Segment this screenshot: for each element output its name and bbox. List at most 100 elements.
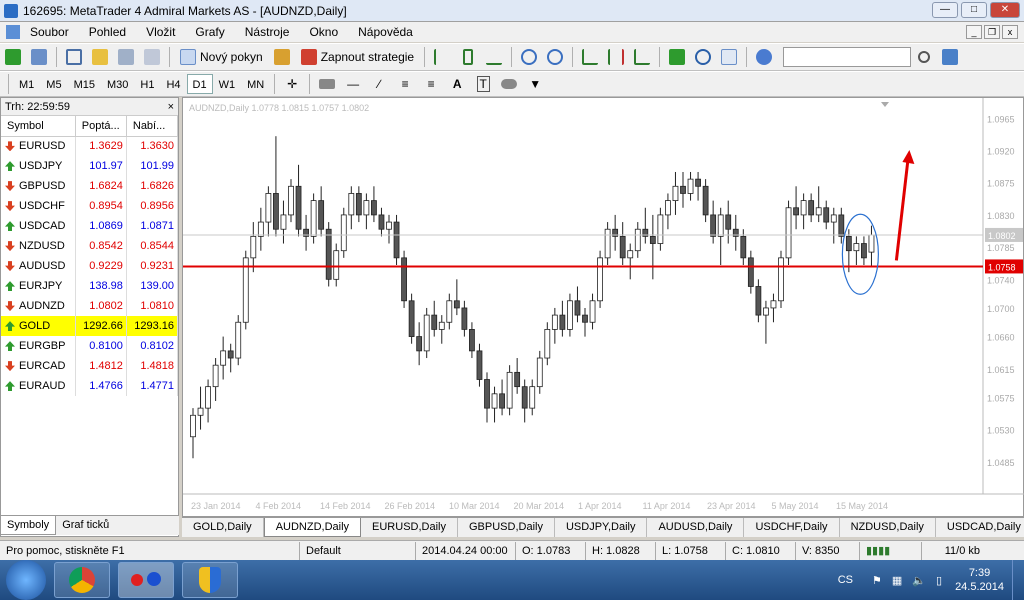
menu-tools[interactable]: Nástroje bbox=[235, 25, 300, 39]
periods-button[interactable] bbox=[692, 46, 714, 68]
menu-view[interactable]: Pohled bbox=[79, 25, 136, 39]
chart-tab[interactable]: AUDUSD,Daily bbox=[647, 518, 745, 537]
timeframe-m5[interactable]: M5 bbox=[40, 74, 67, 94]
column-ask[interactable]: Nabí... bbox=[126, 116, 179, 137]
trendline-tool[interactable]: ∕ bbox=[368, 73, 390, 95]
chart-tab[interactable]: USDCAD,Daily bbox=[936, 518, 1024, 537]
menu-file[interactable]: Soubor bbox=[20, 25, 79, 39]
ellipse-tool[interactable] bbox=[498, 73, 520, 95]
market-watch-row[interactable]: EURUSD 1.3629 1.3630 bbox=[1, 136, 179, 156]
taskbar-shield[interactable] bbox=[182, 562, 238, 598]
mdi-restore-button[interactable]: ❐ bbox=[984, 25, 1000, 39]
market-watch-row[interactable]: EURCAD 1.4812 1.4818 bbox=[1, 356, 179, 376]
search-input[interactable] bbox=[783, 47, 912, 67]
zoom-out-button[interactable] bbox=[544, 46, 566, 68]
market-watch-button[interactable] bbox=[63, 46, 85, 68]
options-button[interactable] bbox=[753, 46, 775, 68]
text-tool[interactable]: A bbox=[446, 73, 468, 95]
menu-charts[interactable]: Grafy bbox=[185, 25, 234, 39]
market-watch-row[interactable]: EURAUD 1.4766 1.4771 bbox=[1, 376, 179, 396]
tab-symbols[interactable]: Symboly bbox=[0, 516, 57, 535]
market-watch-row[interactable]: EURJPY 138.98 139.00 bbox=[1, 276, 179, 296]
taskbar-metatrader[interactable] bbox=[118, 562, 174, 598]
label-tool[interactable]: T bbox=[472, 73, 494, 95]
market-watch-row[interactable]: GBPUSD 1.6824 1.6826 bbox=[1, 176, 179, 196]
autoscroll-button[interactable] bbox=[579, 46, 601, 68]
price-chart[interactable]: 1.0965 1.0920 1.0875 1.0830 1.0785 1.0740 1.07… bbox=[182, 97, 1024, 517]
bar-chart-button[interactable] bbox=[431, 46, 453, 68]
tab-tick-chart[interactable]: Graf ticků bbox=[56, 516, 115, 535]
navigator-button[interactable] bbox=[89, 46, 111, 68]
chart-tab[interactable]: USDJPY,Daily bbox=[555, 518, 648, 537]
timeframe-h4[interactable]: H4 bbox=[160, 74, 186, 94]
line-chart-button[interactable] bbox=[483, 46, 505, 68]
candlestick-chart[interactable]: 1.0965 1.0920 1.0875 1.0830 1.0785 1.0740 1.07… bbox=[183, 98, 1024, 518]
channel-tool[interactable]: ≡ bbox=[394, 73, 416, 95]
column-symbol[interactable]: Symbol bbox=[1, 116, 76, 137]
clock[interactable]: 7:39 24.5.2014 bbox=[947, 566, 1012, 594]
flag-icon[interactable]: ⚑ bbox=[867, 574, 887, 587]
chart-tab[interactable]: EURUSD,Daily bbox=[361, 518, 458, 537]
column-bid[interactable]: Poptá... bbox=[75, 116, 127, 137]
timeframe-w1[interactable]: W1 bbox=[213, 74, 242, 94]
network-icon[interactable]: ▦ bbox=[887, 574, 907, 587]
fibonacci-tool[interactable]: ≡ bbox=[420, 73, 442, 95]
timeframe-m30[interactable]: M30 bbox=[101, 74, 134, 94]
add-indicator-button[interactable] bbox=[666, 46, 688, 68]
chart-tab[interactable]: AUDNZD,Daily bbox=[263, 518, 362, 537]
minimize-button[interactable]: — bbox=[932, 2, 958, 18]
auto-trading-button[interactable]: Zapnout strategie bbox=[297, 46, 418, 68]
terminal-button[interactable] bbox=[115, 46, 137, 68]
timeframe-m1[interactable]: M1 bbox=[13, 74, 40, 94]
market-watch-row[interactable]: AUDUSD 0.9229 0.9231 bbox=[1, 256, 179, 276]
close-button[interactable]: ✕ bbox=[990, 2, 1020, 18]
mdi-close-button[interactable]: x bbox=[1002, 25, 1018, 39]
tester-button[interactable] bbox=[141, 46, 163, 68]
market-watch-row[interactable]: GOLD 1292.66 1293.16 bbox=[1, 316, 179, 336]
chart-tab[interactable]: GBPUSD,Daily bbox=[458, 518, 555, 537]
candlestick-button[interactable] bbox=[457, 46, 479, 68]
ellipse-annotation[interactable] bbox=[841, 213, 879, 295]
language-indicator[interactable]: CS bbox=[824, 574, 867, 586]
chat-button[interactable] bbox=[939, 46, 961, 68]
profiles-button[interactable] bbox=[28, 46, 50, 68]
rectangle-tool[interactable] bbox=[316, 73, 338, 95]
show-desktop-button[interactable] bbox=[1012, 560, 1024, 600]
market-watch-row[interactable]: AUDNZD 1.0802 1.0810 bbox=[1, 296, 179, 316]
timeframe-mn[interactable]: MN bbox=[241, 74, 270, 94]
menu-help[interactable]: Nápověda bbox=[348, 25, 423, 39]
search-button[interactable] bbox=[913, 46, 935, 68]
menu-window[interactable]: Okno bbox=[299, 25, 348, 39]
close-market-watch-icon[interactable]: × bbox=[168, 98, 174, 116]
battery-icon[interactable]: ▯ bbox=[931, 574, 947, 587]
zoom-in-button[interactable] bbox=[518, 46, 540, 68]
chart-tab[interactable]: NZDUSD,Daily bbox=[840, 518, 936, 537]
mdi-minimize-button[interactable]: _ bbox=[966, 25, 982, 39]
new-order-button[interactable]: Nový pokyn bbox=[176, 46, 267, 68]
maximize-button[interactable]: □ bbox=[961, 2, 987, 18]
timeframe-d1[interactable]: D1 bbox=[186, 74, 213, 94]
chart-shift-marker[interactable] bbox=[881, 102, 889, 107]
arrows-tool[interactable]: ▼ bbox=[524, 73, 546, 95]
market-watch-row[interactable]: USDCHF 0.8954 0.8956 bbox=[1, 196, 179, 216]
market-watch-row[interactable]: NZDUSD 0.8542 0.8544 bbox=[1, 236, 179, 256]
chart-shift-button[interactable] bbox=[605, 46, 627, 68]
timeframe-h1[interactable]: H1 bbox=[134, 74, 160, 94]
horizontal-line-tool[interactable]: — bbox=[342, 73, 364, 95]
taskbar-chrome[interactable] bbox=[54, 562, 110, 598]
menu-insert[interactable]: Vložit bbox=[136, 25, 185, 39]
templates-button[interactable] bbox=[718, 46, 740, 68]
indicators-button[interactable] bbox=[631, 46, 653, 68]
up-arrow-annotation[interactable] bbox=[894, 155, 910, 261]
new-chart-button[interactable] bbox=[2, 46, 24, 68]
timeframe-m15[interactable]: M15 bbox=[68, 74, 101, 94]
volume-muted-icon[interactable]: 🔈 bbox=[907, 574, 931, 587]
chart-tab[interactable]: USDCHF,Daily bbox=[744, 518, 840, 537]
metaeditor-button[interactable] bbox=[271, 46, 293, 68]
crosshair-tool[interactable]: ✛ bbox=[281, 73, 303, 95]
chart-tab[interactable]: GOLD,Daily bbox=[182, 518, 264, 537]
market-watch-row[interactable]: EURGBP 0.8100 0.8102 bbox=[1, 336, 179, 356]
market-watch-row[interactable]: USDCAD 1.0869 1.0871 bbox=[1, 216, 179, 236]
start-button[interactable] bbox=[6, 560, 46, 600]
market-watch-row[interactable]: USDJPY 101.97 101.99 bbox=[1, 156, 179, 176]
